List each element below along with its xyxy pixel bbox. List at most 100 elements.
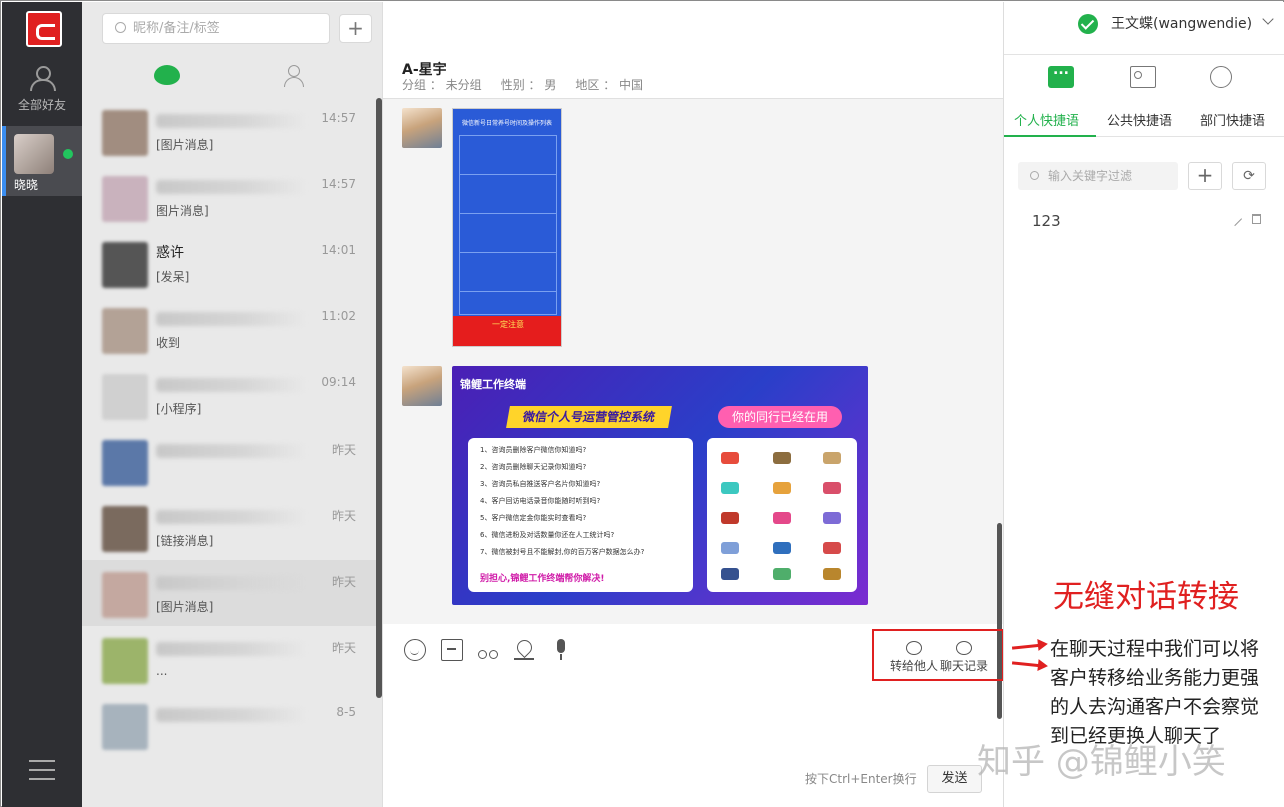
quick-reply-tabs: 个人快捷语 公共快捷语 部门快捷语	[1004, 107, 1284, 137]
quick-reply-icon[interactable]	[1048, 62, 1074, 88]
moments-icon[interactable]	[1210, 66, 1232, 88]
contact-card-icon[interactable]	[1130, 66, 1156, 88]
conversation-name: 惑许	[156, 245, 184, 261]
conversation-preview: 图片消息]	[156, 204, 209, 218]
chat-bubble-icon[interactable]	[154, 65, 180, 85]
message-input[interactable]: 按下Ctrl+Enter换行 发送	[383, 674, 1004, 807]
share-icon	[906, 641, 922, 655]
avatar	[102, 572, 148, 618]
chevron-down-icon[interactable]	[1262, 13, 1274, 25]
folder-icon[interactable]	[441, 639, 463, 661]
all-friends-button[interactable]: 全部好友	[2, 66, 82, 116]
conversation-time: 14:57	[321, 177, 356, 191]
conversation-time: 14:57	[321, 111, 356, 125]
divider	[1004, 54, 1284, 55]
transfer-label: 转给他人	[890, 659, 939, 673]
search-input[interactable]: 昵称/备注/标签	[102, 13, 330, 44]
image-logo-card	[707, 438, 857, 592]
online-status-dot	[63, 149, 73, 159]
left-rail: 全部好友 晓晓	[2, 2, 82, 807]
conversation-item[interactable]: ... 昨天	[82, 626, 376, 692]
all-friends-label: 全部好友	[17, 98, 66, 112]
image-banner: 你的同行已经在用	[718, 406, 842, 428]
add-quick-reply-button[interactable]: +	[1188, 162, 1222, 190]
search-placeholder: 昵称/备注/标签	[133, 21, 220, 36]
image-question: 4、客户回访电话录音你能随时听到吗?	[480, 497, 601, 505]
avatar	[102, 176, 148, 222]
avatar	[102, 704, 148, 750]
conversation-item[interactable]: 惑许 [发呆] 14:01	[82, 230, 376, 296]
conversation-preview: 收到	[156, 336, 181, 350]
tab-personal[interactable]: 个人快捷语	[1014, 110, 1079, 129]
conversation-time: 昨天	[331, 509, 356, 523]
quick-search-placeholder: 输入关键字过滤	[1048, 169, 1133, 183]
menu-icon[interactable]	[29, 760, 55, 780]
conversation-preview: [小程序]	[156, 402, 202, 416]
account-item[interactable]: 晓晓	[2, 126, 82, 196]
annotation-title: 无缝对话转接	[1053, 579, 1239, 615]
conversation-preview: [图片消息]	[156, 600, 214, 614]
chat-history-button[interactable]: 聊天记录	[940, 641, 988, 674]
conversation-time: 14:01	[321, 243, 356, 257]
chat-panel: A-星宇 分组 ： 未分组 性别 ： 男 地区 ： 中国 微信新号日常养号时间及…	[382, 2, 1004, 807]
avatar	[102, 242, 148, 288]
message-image[interactable]: 微信新号日常养号时间及操作列表 一定注意	[452, 108, 562, 347]
conversation-time: 昨天	[331, 641, 356, 655]
conversation-item[interactable]: [图片消息] 14:57	[82, 98, 376, 164]
image-question: 7、微信被封号且不能解封,你的百万客户数据怎么办?	[480, 548, 645, 556]
conversation-preview: [链接消息]	[156, 534, 214, 548]
conversation-time: 09:14	[321, 375, 356, 389]
avatar	[14, 134, 54, 174]
edit-icon[interactable]	[1227, 211, 1243, 227]
refresh-button[interactable]: ⟳	[1232, 162, 1266, 190]
conversation-item[interactable]: [小程序] 09:14	[82, 362, 376, 428]
location-icon[interactable]	[513, 639, 535, 661]
tab-public[interactable]: 公共快捷语	[1107, 110, 1172, 129]
friends-icon	[27, 66, 57, 91]
avatar	[102, 440, 148, 486]
send-button[interactable]: 发送	[927, 765, 982, 793]
conversation-list-panel: 昵称/备注/标签 + [图片消息] 14:57 图片消息] 14:57 惑许 [发呆] 14…	[82, 2, 382, 807]
image-question: 3、咨询员私自推送客户名片你知道吗?	[480, 480, 601, 488]
add-button[interactable]: +	[339, 14, 372, 43]
history-label: 聊天记录	[940, 659, 989, 673]
contacts-icon[interactable]	[284, 65, 312, 87]
image-question: 1、咨询员删除客户微信你知道吗?	[480, 446, 587, 454]
comment-icon	[956, 641, 972, 655]
emoji-icon[interactable]	[404, 639, 426, 661]
conversation-item[interactable]: 图片消息] 14:57	[82, 164, 376, 230]
avatar	[102, 110, 148, 156]
image-question-card: 1、咨询员删除客户微信你知道吗? 2、咨询员删除聊天记录你知道吗? 3、咨询员私…	[468, 438, 693, 592]
image-brand: 锦鲤工作终端	[460, 378, 526, 391]
conversation-time: 8-5	[336, 705, 356, 719]
image-title: 微信新号日常养号时间及操作列表	[461, 120, 552, 127]
quick-reply-search[interactable]: 输入关键字过滤	[1018, 162, 1178, 190]
trash-icon[interactable]	[1252, 214, 1261, 224]
conversation-item[interactable]: 昨天	[82, 428, 376, 494]
conversation-item[interactable]: 8-5	[82, 692, 376, 758]
app-logo	[26, 11, 62, 47]
conversation-name	[156, 510, 306, 524]
image-table	[459, 135, 557, 315]
conversation-name	[156, 114, 306, 128]
conversation-name	[156, 180, 306, 194]
current-user[interactable]: 王文蝶(wangwendie)	[1111, 13, 1252, 33]
image-banner: 微信个人号运营管控系统	[506, 406, 672, 428]
scissors-icon[interactable]	[477, 639, 499, 661]
microphone-icon[interactable]	[550, 639, 572, 661]
active-tab-indicator	[1004, 135, 1096, 137]
transfer-button[interactable]: 转给他人	[890, 641, 938, 674]
app-window: 全部好友 晓晓 昵称/备注/标签 + [图片消息] 14:57 图片消息] 14:57…	[0, 0, 1284, 807]
tab-department[interactable]: 部门快捷语	[1200, 110, 1265, 129]
message-image[interactable]: 锦鲤工作终端 微信个人号运营管控系统 你的同行已经在用 1、咨询员删除客户微信你…	[452, 366, 868, 605]
conversation-preview: [发呆]	[156, 270, 190, 284]
image-question: 5、客户微信定金你能实时查看吗?	[480, 514, 587, 522]
conversation-item[interactable]: 收到 11:02	[82, 296, 376, 362]
conversation-item[interactable]: [链接消息] 昨天	[82, 494, 376, 560]
quick-reply-item[interactable]: 123	[1032, 212, 1061, 230]
conversation-item[interactable]: [图片消息] 昨天	[82, 560, 376, 626]
list-tabs	[82, 59, 382, 95]
conversation-name	[156, 576, 306, 590]
image-question: 2、咨询员删除聊天记录你知道吗?	[480, 463, 587, 471]
conversation-time: 昨天	[331, 575, 356, 589]
